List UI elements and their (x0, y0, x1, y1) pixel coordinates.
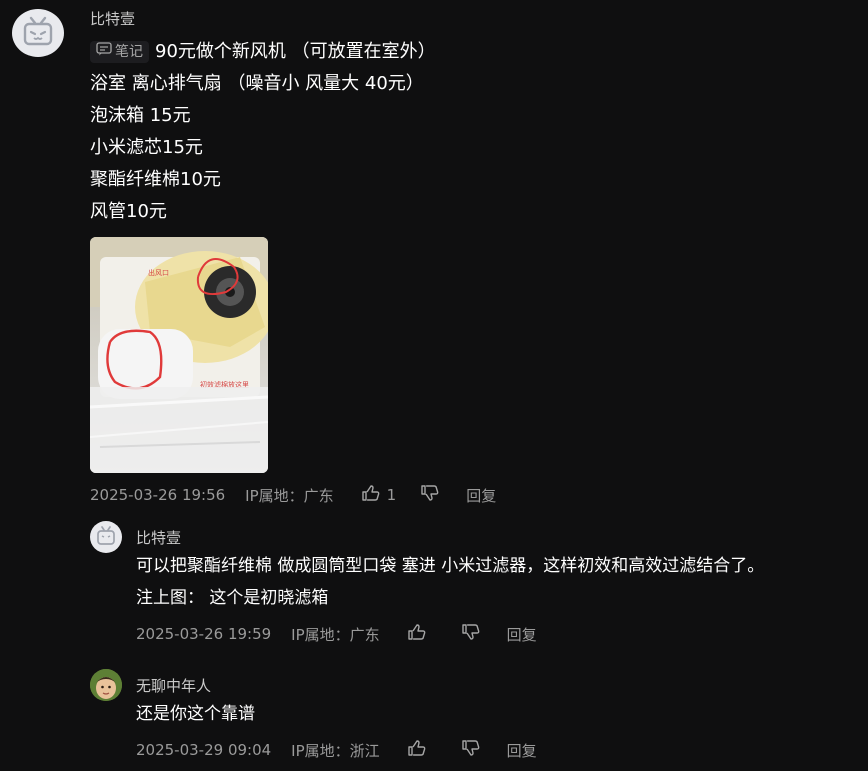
reply-button[interactable]: 回复 (507, 740, 537, 761)
reply-meta: 2025-03-26 19:59 IP属地：广东 回复 (136, 624, 537, 644)
comment-line: 90元做个新风机 （可放置在室外） (155, 41, 436, 62)
like-button[interactable] (407, 739, 427, 761)
thumbs-up-icon (407, 739, 427, 761)
comment-photo[interactable]: 出风口 初效滤棉放这里 (90, 237, 268, 473)
reply-date: 2025-03-29 09:04 (136, 741, 272, 759)
reply-ip: IP属地：广东 (291, 625, 380, 644)
reply-body: 还是你这个靠谱 (136, 698, 255, 730)
thumbs-down-icon (461, 739, 481, 761)
comment-line: 小米滤芯15元 (90, 137, 203, 158)
reply-meta: 2025-03-29 09:04 IP属地：浙江 回复 (136, 740, 537, 760)
comment-line: 聚酯纤维棉10元 (90, 169, 221, 190)
reply-line: 注上图： 这个是初晓滤箱 (136, 588, 329, 608)
note-icon (96, 36, 112, 68)
thumbs-down-icon (420, 484, 440, 506)
avatar-bilibili-tv[interactable] (90, 521, 122, 553)
dislike-button[interactable] (461, 739, 481, 761)
dislike-button[interactable] (461, 623, 481, 645)
reply-username[interactable]: 比特壹 (136, 527, 181, 548)
dislike-button[interactable] (420, 484, 440, 506)
comment-line: 泡沫箱 15元 (90, 105, 191, 126)
comment-body: 笔记 90元做个新风机 （可放置在室外） 浴室 离心排气扇 （噪音小 风量大 4… (90, 36, 436, 228)
comment-line: 风管10元 (90, 201, 167, 222)
avatar-user[interactable] (90, 669, 122, 701)
reply-ip: IP属地：浙江 (291, 741, 380, 760)
reply-date: 2025-03-26 19:59 (136, 625, 272, 643)
avatar-bilibili-tv[interactable] (12, 9, 64, 57)
thumbs-up-icon (361, 484, 381, 506)
note-badge-label: 笔记 (115, 44, 143, 60)
comment-date: 2025-03-26 19:56 (90, 486, 226, 504)
comment-line: 浴室 离心排气扇 （噪音小 风量大 40元） (90, 73, 424, 94)
note-badge[interactable]: 笔记 (90, 41, 149, 63)
thumbs-down-icon (461, 623, 481, 645)
photo-annotation: 出风口 (148, 268, 169, 277)
thumbs-up-icon (407, 623, 427, 645)
like-button[interactable] (407, 623, 427, 645)
reply-line: 还是你这个靠谱 (136, 704, 255, 724)
comment-username[interactable]: 比特壹 (90, 8, 135, 29)
like-button[interactable] (361, 484, 381, 506)
comment-ip: IP属地：广东 (245, 486, 334, 505)
reply-line: 可以把聚酯纤维棉 做成圆筒型口袋 塞进 小米过滤器，这样初效和高效过滤结合了。 (136, 556, 765, 576)
like-count: 1 (386, 486, 397, 504)
reply-username[interactable]: 无聊中年人 (136, 675, 211, 696)
reply-button[interactable]: 回复 (507, 624, 537, 645)
reply-button[interactable]: 回复 (466, 485, 496, 506)
comment-meta: 2025-03-26 19:56 IP属地：广东 1 回复 (90, 485, 496, 505)
reply-body: 可以把聚酯纤维棉 做成圆筒型口袋 塞进 小米过滤器，这样初效和高效过滤结合了。 … (136, 550, 764, 614)
